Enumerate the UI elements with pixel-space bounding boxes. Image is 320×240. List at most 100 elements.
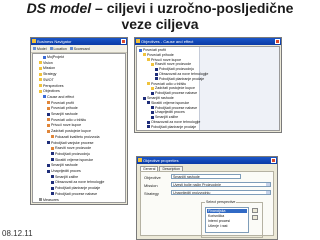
tree-item[interactable]: MojProjekt [43, 55, 64, 59]
objective-node[interactable]: Unaprijediti proces [151, 110, 185, 114]
tree-item[interactable]: Cause and effect [43, 95, 74, 99]
tab-scorecard[interactable]: Scorecard [69, 47, 90, 51]
tree-item[interactable]: SWOT [39, 78, 54, 82]
objective-node[interactable]: Poboljšati procese nabave [151, 91, 197, 95]
objective-node[interactable]: Smanjiti zalihe [151, 115, 178, 119]
tab-model[interactable]: Model [33, 47, 47, 51]
tree-item-label: Povećati udio u tržištu [51, 117, 87, 122]
objective-node-label: Poboljšati planiranje prodaje [151, 124, 197, 129]
objective-node-label: Poboljšati proizvodnju [159, 67, 194, 72]
objective-input[interactable]: Smanjiti rashode [171, 174, 241, 179]
tree-item[interactable]: Razviti nove proizvode [51, 146, 91, 150]
objective-node[interactable]: Povećati udio u tržištu [147, 82, 186, 86]
move-up-button[interactable] [252, 208, 258, 213]
node-icon [143, 130, 146, 131]
objective-node-label: Povećati prihode [147, 52, 174, 57]
node-icon [47, 163, 50, 167]
objective-node[interactable]: Poboljšati proizvodnju [155, 67, 194, 71]
node-icon [139, 48, 142, 52]
tree-item-label: Smanjiti zalihe [55, 174, 79, 179]
tree-item[interactable]: Smanjiti rashode [47, 112, 78, 116]
perspective-item[interactable]: Financijska [207, 209, 247, 213]
cause-effect-panel[interactable]: Povećati profit Povećati prihode Privući n… [136, 46, 280, 131]
node-icon [147, 125, 150, 129]
objective-node-label: Skratiti vrijeme isporuke [151, 100, 190, 105]
move-down-button[interactable] [252, 215, 258, 220]
tree-item[interactable]: Zadržati postojeće kupce [47, 129, 91, 133]
title-line2: veze ciljeva [121, 16, 199, 32]
node-icon [155, 77, 158, 81]
perspective-item[interactable]: Korisnička [207, 214, 247, 218]
chevron-down-icon[interactable] [266, 191, 270, 194]
objectives-window: Objectives - Cause and effect Povećati p… [134, 37, 282, 133]
cause-effect-pane [199, 47, 279, 130]
tree-item[interactable]: Smanjiti rashode [47, 163, 78, 167]
objective-node[interactable]: Povećati profit [139, 48, 166, 52]
objective-node-label: Smanjiti rashode [147, 96, 174, 100]
node-icon [147, 101, 150, 105]
node-icon [39, 66, 42, 70]
tree-item[interactable]: Poboljšati vanjske procese [47, 141, 94, 145]
tree-item[interactable]: Smanjiti zalihe [51, 175, 78, 179]
objective-node[interactable]: Obrazovati za nove tehnologije [155, 72, 208, 76]
objective-node[interactable]: Razviti nove proizvode [151, 62, 191, 66]
objective-node-label: Smanjiti rashode [147, 130, 174, 131]
tree-item[interactable]: Vision [39, 61, 53, 65]
navigator-titlebar[interactable]: Business Navigator [31, 38, 127, 45]
tree-item[interactable]: Perspectives [39, 84, 64, 88]
objective-node-label: Razviti nove proizvode [155, 62, 192, 67]
mission-value: Uvesti bolje način Proizvodnje [173, 183, 221, 187]
node-icon [47, 101, 50, 105]
close-icon[interactable] [275, 39, 280, 44]
objective-node[interactable]: Povećati prihode [143, 53, 174, 57]
tree-item[interactable]: Unaprijediti proces [47, 169, 81, 173]
close-icon[interactable] [121, 39, 126, 44]
node-icon [51, 152, 54, 156]
perspective-item[interactable]: Interni procesi [207, 219, 247, 223]
tree-item[interactable]: Strategy [39, 72, 56, 76]
objective-node[interactable]: Poboljšati planiranje prodaje [147, 125, 196, 129]
strategy-select[interactable]: Unaprijediti proizvodnju [171, 190, 271, 195]
tree-item[interactable]: Mission [39, 66, 55, 70]
objective-node[interactable]: Smanjiti rashode [143, 96, 174, 100]
objective-node[interactable]: Poboljšati procese nabave [151, 106, 197, 110]
node-icon [155, 72, 158, 76]
objective-node[interactable]: Zadržati postojeće kupce [151, 86, 195, 90]
tab-location[interactable]: Location [49, 47, 67, 51]
tree-item[interactable]: Poboljšati procese nabave [51, 192, 97, 196]
tree-item[interactable]: Poboljšati proizvodnju [51, 152, 90, 156]
tree-item[interactable]: Skratiti vrijeme isporuke [51, 158, 93, 162]
chevron-down-icon[interactable] [266, 183, 270, 186]
navigator-tree[interactable]: MojProjekt Vision Mission Strategy SWOT Persp… [32, 53, 126, 203]
objective-node-label: Poboljšati procese nabave [155, 91, 198, 96]
slide-date: 08.12.11 [2, 229, 33, 238]
tree-item[interactable]: Povećati profit [47, 101, 74, 105]
tree-item[interactable]: Povećati prihode [47, 106, 78, 110]
objective-node-label: Povećati profit [143, 48, 166, 52]
tree-item[interactable]: Privući nove kupce [47, 123, 81, 127]
perspective-item[interactable]: Učenje i rast [207, 224, 247, 228]
mission-label: Mission [144, 183, 158, 188]
objective-node[interactable]: Privući nove kupce [147, 58, 181, 62]
tree-item[interactable]: Pokazati kvalitetu proizvoda [51, 135, 100, 139]
objective-label: Objective [144, 175, 161, 180]
objective-node-label: Smanjiti zalihe [155, 115, 179, 120]
node-icon [39, 78, 42, 82]
objective-node[interactable]: Obrazovati za nove tehnologije [147, 120, 200, 124]
mission-select[interactable]: Uvesti bolje način Proizvodnje [171, 182, 271, 187]
tree-item[interactable]: Obrazovati za nove tehnologije [51, 180, 104, 184]
tree-item[interactable]: Measures [39, 198, 59, 202]
objectives-titlebar[interactable]: Objectives - Cause and effect [135, 38, 281, 45]
objective-node[interactable]: Skratiti vrijeme isporuke [147, 101, 189, 105]
close-icon[interactable] [271, 158, 276, 163]
objective-node[interactable]: Smanjiti rashode [143, 130, 174, 131]
tree-item-label: Zadržati postojeće kupce [51, 129, 91, 134]
tree-item[interactable]: Povećati udio u tržištu [47, 118, 86, 122]
objective-node[interactable]: Poboljšati planiranje prodaje [155, 77, 204, 81]
node-icon [47, 141, 50, 144]
perspective-list[interactable]: Financijska Korisnička Interni procesi Učen… [205, 207, 249, 233]
node-icon [51, 158, 54, 162]
props-titlebar[interactable]: Objective properties [137, 157, 277, 164]
tree-item[interactable]: Poboljšati planiranje prodaje [51, 186, 100, 190]
tree-item[interactable]: Objectives [39, 89, 60, 93]
